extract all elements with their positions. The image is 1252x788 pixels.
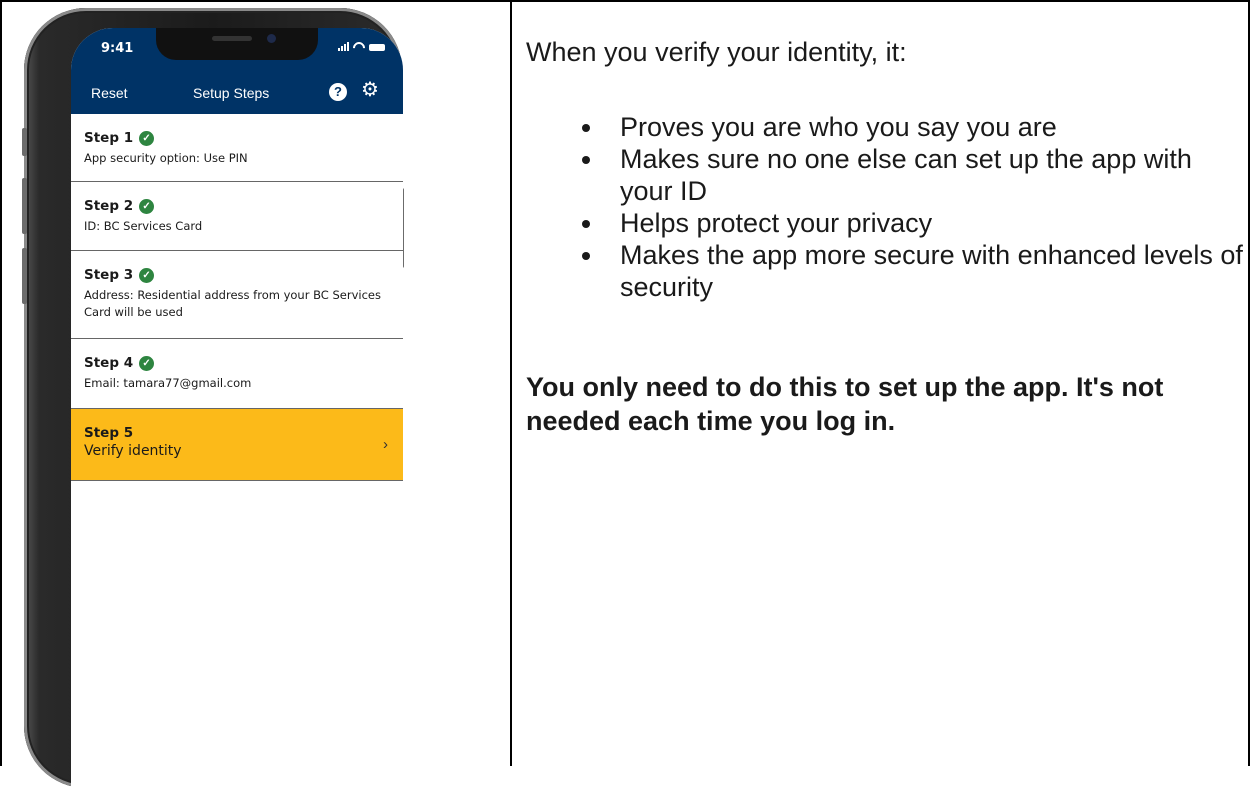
step-detail: Email: tamara77@gmail.com bbox=[84, 376, 252, 390]
status-icons bbox=[338, 42, 385, 51]
phone-screen: 9:41 Reset Setup Steps ? ⚙ Step 1 ✓ App … bbox=[71, 28, 403, 788]
step-5-item[interactable]: Step 5 Verify identity › bbox=[71, 408, 403, 481]
volume-up-button bbox=[22, 178, 27, 234]
gear-icon[interactable]: ⚙ bbox=[361, 80, 379, 100]
chevron-right-icon: › bbox=[383, 436, 388, 453]
signal-icon bbox=[338, 42, 349, 51]
step-title: Step 5 bbox=[84, 425, 134, 441]
check-icon: ✓ bbox=[139, 130, 155, 146]
notch bbox=[156, 28, 318, 60]
step-title: Step 3 bbox=[84, 267, 134, 283]
step-3-item[interactable]: Step 3 ✓ Address: Residential address fr… bbox=[71, 251, 403, 339]
list-item: Helps protect your privacy bbox=[570, 207, 1250, 239]
list-item: Makes sure no one else can set up the ap… bbox=[570, 143, 1250, 207]
intro-text: When you verify your identity, it: bbox=[526, 37, 907, 67]
step-detail: Address: Residential address from your B… bbox=[84, 288, 381, 319]
check-icon: ✓ bbox=[139, 198, 155, 214]
benefits-list: Proves you are who you say you are Makes… bbox=[570, 111, 1250, 303]
step-1-item[interactable]: Step 1 ✓ App security option: Use PIN bbox=[71, 114, 403, 182]
list-item: Makes the app more secure with enhanced … bbox=[570, 239, 1250, 303]
step-detail: App security option: Use PIN bbox=[84, 151, 248, 165]
volume-down-button bbox=[22, 248, 27, 304]
step-title: Step 2 bbox=[84, 198, 134, 214]
page-title: Setup Steps bbox=[193, 85, 270, 101]
setup-steps-list: Step 1 ✓ App security option: Use PIN St… bbox=[71, 114, 403, 481]
camera bbox=[267, 34, 276, 43]
check-icon: ✓ bbox=[139, 355, 155, 371]
step-detail: Verify identity bbox=[84, 443, 182, 459]
mute-switch bbox=[22, 128, 27, 156]
column-divider bbox=[510, 0, 512, 766]
step-detail: ID: BC Services Card bbox=[84, 219, 203, 233]
step-title: Step 1 bbox=[84, 130, 134, 146]
battery-icon bbox=[369, 44, 385, 51]
speaker bbox=[212, 36, 252, 41]
list-item: Proves you are who you say you are bbox=[570, 111, 1250, 143]
wifi-icon bbox=[353, 42, 365, 51]
step-title: Step 4 bbox=[84, 355, 134, 371]
check-icon: ✓ bbox=[139, 267, 155, 283]
phone-frame: 9:41 Reset Setup Steps ? ⚙ Step 1 ✓ App … bbox=[22, 8, 404, 788]
status-time: 9:41 bbox=[101, 41, 134, 56]
setup-note: You only need to do this to set up the a… bbox=[526, 372, 1164, 436]
step-2-item[interactable]: Step 2 ✓ ID: BC Services Card bbox=[71, 182, 403, 251]
help-icon[interactable]: ? bbox=[329, 83, 347, 101]
reset-button[interactable]: Reset bbox=[91, 85, 128, 101]
step-4-item[interactable]: Step 4 ✓ Email: tamara77@gmail.com bbox=[71, 339, 403, 408]
